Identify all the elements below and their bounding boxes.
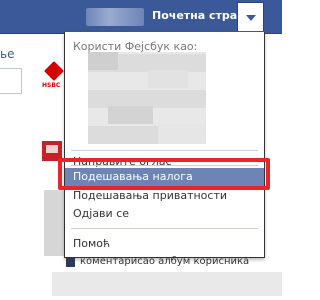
feed-story-text: коментарисао албум корисника [80, 256, 250, 267]
pages-list-blurred[interactable] [88, 52, 206, 144]
chevron-down-icon [246, 15, 256, 21]
hsbc-hexagon-icon [44, 61, 64, 81]
feed-story[interactable]: коментарисао албум корисника [64, 256, 282, 270]
menu-item-log-out[interactable]: Одјави се [65, 205, 264, 223]
user-profile-link[interactable] [86, 8, 144, 26]
menu-item-help[interactable]: Помоћ [65, 235, 264, 253]
sidebar-text: ье [0, 47, 15, 61]
account-dropdown-menu: Користи Фејсбук као: Направите оглас Под… [64, 32, 265, 258]
menu-divider [71, 150, 258, 151]
top-navigation-bar: Почетна страна [0, 0, 282, 34]
thumbnail-image [46, 145, 58, 153]
ad-logo-text: HSBC [42, 82, 61, 89]
highlight-annotation [58, 158, 270, 190]
search-input[interactable] [0, 68, 22, 94]
blurred-content [44, 190, 64, 256]
menu-divider [71, 228, 258, 229]
blurred-feed-content [52, 272, 282, 296]
photo-album-icon [66, 258, 75, 267]
hsbc-logo[interactable]: HSBC [42, 61, 66, 98]
account-menu-button[interactable] [237, 2, 264, 31]
